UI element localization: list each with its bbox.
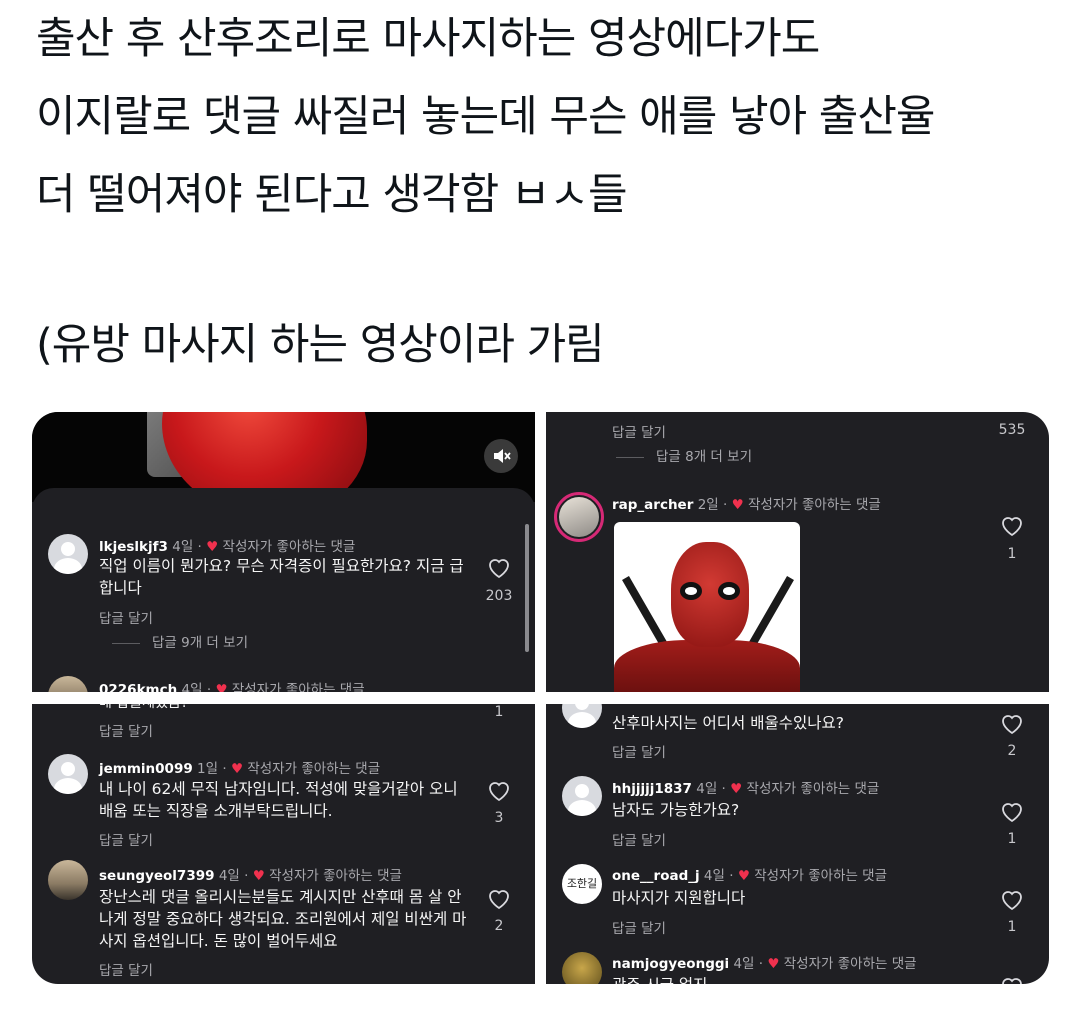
comment-age: 4일 <box>696 781 718 797</box>
comment-username[interactable]: hhjjjjj1837 <box>612 781 692 797</box>
reply-button[interactable]: 답글 달기 <box>99 607 153 627</box>
comment-text: 장난스레 댓글 올리시는분들도 계시지만 산후때 몸 살 안나게 정말 중요하다… <box>99 888 467 950</box>
scrollbar[interactable] <box>525 524 529 652</box>
heart-icon[interactable] <box>487 780 511 802</box>
comment-username[interactable]: 0226kmch <box>99 682 177 692</box>
like-count: 1 <box>1007 831 1017 847</box>
liked-heart-icon: ♥ <box>252 868 265 884</box>
avatar[interactable] <box>48 754 88 794</box>
liked-by-author-label: 작성자가 좋아하는 댓글 <box>247 761 381 777</box>
reply-button[interactable]: 답글 달기 <box>612 421 666 441</box>
screenshot-collage: lkjeslkjf3 4일 · ♥ 작성자가 좋아하는 댓글 직업 이름이 뭔가… <box>32 412 1049 984</box>
comment-username[interactable]: jemmin0099 <box>99 761 193 777</box>
like-count: 2 <box>1007 743 1017 759</box>
like-count: 1 <box>1007 546 1017 562</box>
panel-top-right: 답글 달기 535 답글 8개 더 보기 rap_archer 2일 · ♥ 작… <box>546 412 1049 692</box>
liked-by-author-label: 작성자가 좋아하는 댓글 <box>754 868 888 884</box>
heart-icon[interactable] <box>1000 515 1024 537</box>
liked-heart-icon: ♥ <box>731 497 744 513</box>
heart-icon[interactable] <box>1000 801 1024 823</box>
liked-by-author-label: 작성자가 좋아하는 댓글 <box>222 539 356 555</box>
reply-button[interactable]: 답글 달기 <box>612 917 666 937</box>
liked-by-author-label: 작성자가 좋아하는 댓글 <box>783 956 917 972</box>
comment-username[interactable]: one__road_j <box>612 868 700 884</box>
heart-icon[interactable] <box>1000 713 1024 735</box>
post-line-4: (유방 마사지 하는 영상이라 가림 <box>36 320 605 370</box>
liked-by-author-label: 작성자가 좋아하는 댓글 <box>269 868 402 884</box>
comment-meta: 0226kmch 4일 · ♥ 작성자가 좋아하는 댓글 <box>99 678 365 692</box>
comment-age: 4일 <box>172 539 194 555</box>
post-line-3: 더 떨어져야 된다고 생각함 ㅂㅅ들 <box>36 170 628 220</box>
reply-button[interactable]: 답글 달기 <box>99 959 153 979</box>
comment-meta: jemmin0099 1일 · ♥ 작성자가 좋아하는 댓글 <box>99 761 381 777</box>
comment-age: 4일 <box>733 956 755 972</box>
comment-text: 남자도 가능한가요? <box>612 801 740 819</box>
reply-button[interactable]: 답글 달기 <box>99 720 153 740</box>
liked-heart-icon: ♥ <box>767 956 780 972</box>
reply-button[interactable]: 답글 달기 <box>612 741 666 761</box>
comment-meta: lkjeslkjf3 4일 · ♥ 작성자가 좋아하는 댓글 <box>99 539 356 555</box>
comment-username[interactable]: seungyeol7399 <box>99 868 215 884</box>
comment-meta: seungyeol7399 4일 · ♥ 작성자가 좋아하는 댓글 <box>99 868 402 884</box>
reply-button[interactable]: 답글 달기 <box>612 829 666 849</box>
avatar[interactable] <box>562 952 602 984</box>
comment-username[interactable]: namjogyeonggi <box>612 956 729 972</box>
liked-heart-icon: ♥ <box>206 539 219 555</box>
comment-age: 1일 <box>197 761 219 777</box>
liked-by-author-label: 작성자가 좋아하는 댓글 <box>748 497 881 513</box>
liked-heart-icon: ♥ <box>737 868 750 884</box>
like-count: 3 <box>494 810 504 826</box>
post-line-2: 이지랄로 댓글 싸질러 놓는데 무슨 애를 낳아 출산율 <box>36 92 935 142</box>
liked-heart-icon: ♥ <box>730 781 743 797</box>
comment-meta: hhjjjjj1837 4일 · ♥ 작성자가 좋아하는 댓글 <box>612 781 880 797</box>
like-count: 535 <box>998 422 1026 438</box>
avatar[interactable] <box>48 534 88 574</box>
avatar[interactable] <box>562 776 602 816</box>
heart-icon[interactable] <box>1000 976 1024 984</box>
liked-by-author-label: 작성자가 좋아하는 댓글 <box>231 682 365 692</box>
like-count: 2 <box>494 918 504 934</box>
comment-age: 2일 <box>697 497 719 513</box>
avatar[interactable] <box>554 492 604 542</box>
liked-heart-icon: ♥ <box>215 682 228 692</box>
panel-bottom-right: 산후마사지는 어디서 배울수있나요? 답글 달기 2 hhjjjjj1837 4… <box>546 704 1049 984</box>
comment-age: 4일 <box>181 682 203 692</box>
like-count: 203 <box>485 588 513 604</box>
like-count: 1 <box>494 704 504 720</box>
comment-age: 4일 <box>703 868 725 884</box>
avatar[interactable]: 조한길 <box>562 864 602 904</box>
heart-icon[interactable] <box>487 557 511 579</box>
view-more-replies[interactable]: 답글 9개 더 보기 <box>112 631 248 651</box>
avatar[interactable] <box>562 704 602 728</box>
comment-text: 산후마사지는 어디서 배울수있나요? <box>612 714 844 732</box>
comment-text: 직업 이름이 뭔가요? 무슨 자격증이 필요한가요? 지금 급합니다 <box>99 557 464 597</box>
comment-meta: one__road_j 4일 · ♥ 작성자가 좋아하는 댓글 <box>612 868 888 884</box>
comment-image-deadpool[interactable] <box>614 522 800 692</box>
post-text: 출산 후 산후조리로 마사지하는 영상에다가도 이지랄로 댓글 싸질러 놓는데 … <box>36 0 1046 384</box>
reply-button[interactable]: 답글 달기 <box>99 829 153 849</box>
like-count: 1 <box>1007 919 1017 935</box>
avatar[interactable] <box>48 860 88 900</box>
panel-top-left: lkjeslkjf3 4일 · ♥ 작성자가 좋아하는 댓글 직업 이름이 뭔가… <box>32 412 535 692</box>
heart-icon[interactable] <box>1000 889 1024 911</box>
speaker-mute-icon[interactable] <box>484 439 518 473</box>
liked-by-author-label: 작성자가 좋아하는 댓글 <box>746 781 880 797</box>
comment-text: 광주 시급 얼지 <box>612 974 982 984</box>
comment-text: 내 나이 62세 무직 남자임니다. 적성에 맞을거같아 오니 배움 또는 직장… <box>99 780 458 820</box>
post-line-1: 출산 후 산후조리로 마사지하는 영상에다가도 <box>36 14 820 64</box>
heart-icon[interactable] <box>487 888 511 910</box>
post-spacer <box>36 234 1046 306</box>
liked-heart-icon: ♥ <box>230 761 244 777</box>
view-more-replies[interactable]: 답글 8개 더 보기 <box>616 445 752 465</box>
comment-meta: namjogyeonggi 4일 · ♥ 작성자가 좋아하는 댓글 <box>612 956 917 972</box>
comment-age: 4일 <box>218 868 240 884</box>
panel-bottom-left: 배 답글세겠음? 답글 달기 1 jemmin0099 1일 · ♥ 작성자가 … <box>32 704 535 984</box>
comment-text: 마사지가 지원합니다 <box>612 889 746 907</box>
cut-comment-text: 배 답글세겠음? <box>99 704 188 714</box>
comment-meta: rap_archer 2일 · ♥ 작성자가 좋아하는 댓글 <box>612 497 881 513</box>
comment-username[interactable]: rap_archer <box>612 497 693 513</box>
comment-username[interactable]: lkjeslkjf3 <box>99 539 168 555</box>
